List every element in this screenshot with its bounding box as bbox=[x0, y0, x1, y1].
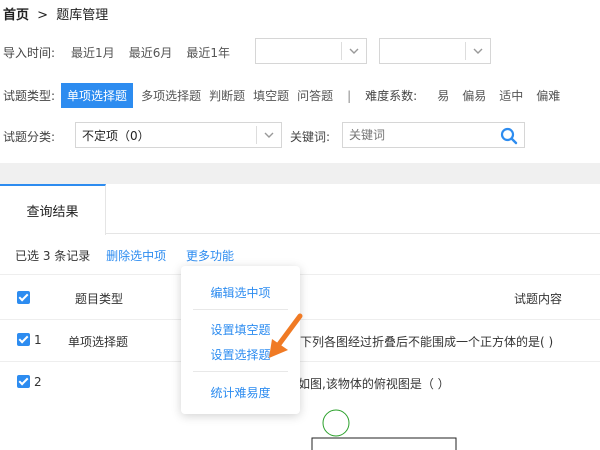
selected-count: 已选 3 条记录 bbox=[15, 249, 91, 263]
type-true-false[interactable]: 判断题 bbox=[209, 87, 245, 104]
keyword-label: 关键词: bbox=[290, 130, 331, 144]
column-content-header: 试题内容 bbox=[514, 292, 563, 306]
row-index: 1 bbox=[34, 333, 42, 347]
filter-panel: 首页 > 题库管理 导入时间: 最近1月 最近6月 最近1年 试题类型: 单项选… bbox=[0, 0, 600, 163]
import-time-1m[interactable]: 最近1月 bbox=[71, 44, 115, 61]
chevron-down-icon bbox=[349, 48, 359, 54]
question-type-label: 试题类型: bbox=[3, 89, 56, 103]
question-figure bbox=[311, 409, 457, 450]
import-time-row: 导入时间: 最近1月 最近6月 最近1年 bbox=[3, 44, 230, 61]
difficulty-medium[interactable]: 适中 bbox=[499, 87, 523, 104]
chevron-down-icon bbox=[473, 48, 483, 54]
type-multi-choice[interactable]: 多项选择题 bbox=[141, 87, 201, 104]
breadcrumb-home[interactable]: 首页 bbox=[3, 8, 29, 23]
type-single-choice[interactable]: 单项选择题 bbox=[61, 83, 134, 108]
row-content: 如图,该物体的俯视图是（ ） bbox=[298, 377, 450, 391]
breadcrumb-separator: > bbox=[37, 8, 49, 23]
column-type-header: 题目类型 bbox=[75, 292, 124, 306]
category-label: 试题分类: bbox=[3, 130, 56, 144]
keyword-input-box bbox=[342, 122, 525, 148]
keyword-row: 关键词: bbox=[290, 128, 330, 145]
import-time-label: 导入时间: bbox=[3, 46, 56, 60]
breadcrumb: 首页 > 题库管理 bbox=[3, 4, 108, 23]
question-type-row: 试题类型: 单项选择题 多项选择题 判断题 填空题 问答题 | 难度系数: 易 … bbox=[3, 83, 560, 108]
chevron-down-icon bbox=[264, 132, 274, 138]
import-time-6m[interactable]: 最近6月 bbox=[129, 44, 173, 61]
end-date-select[interactable] bbox=[379, 38, 491, 64]
delete-selected-link[interactable]: 删除选中项 bbox=[106, 249, 166, 263]
category-value: 不定项（0） bbox=[82, 128, 150, 143]
difficulty-fairly-hard[interactable]: 偏难 bbox=[536, 87, 560, 104]
table-row[interactable]: 2 如图,该物体的俯视图是（ ） bbox=[0, 362, 600, 450]
difficulty-fairly-easy[interactable]: 偏易 bbox=[462, 87, 486, 104]
menu-stats-difficulty[interactable]: 统计难易度 bbox=[181, 384, 300, 401]
filter-separator: | bbox=[347, 88, 352, 103]
difficulty-label: 难度系数: bbox=[365, 89, 418, 103]
menu-edit-selected[interactable]: 编辑选中项 bbox=[181, 284, 300, 301]
menu-divider bbox=[193, 309, 288, 310]
start-date-select[interactable] bbox=[255, 38, 367, 64]
type-essay[interactable]: 问答题 bbox=[297, 87, 333, 104]
difficulty-easy[interactable]: 易 bbox=[437, 87, 449, 104]
tab-query-results[interactable]: 查询结果 bbox=[0, 184, 106, 235]
results-tabbar: 查询结果 bbox=[0, 184, 600, 235]
category-row: 试题分类: bbox=[3, 128, 55, 145]
row-checkbox[interactable] bbox=[17, 375, 30, 388]
row-checkbox[interactable] bbox=[17, 333, 30, 346]
row-type: 单项选择题 bbox=[68, 335, 129, 349]
results-actions: 已选 3 条记录 删除选中项 更多功能 bbox=[15, 247, 234, 264]
search-icon[interactable] bbox=[500, 127, 518, 145]
select-all-checkbox[interactable] bbox=[17, 291, 30, 304]
breadcrumb-current: 题库管理 bbox=[56, 8, 109, 23]
category-select[interactable]: 不定项（0） bbox=[75, 122, 282, 148]
row-index: 2 bbox=[34, 375, 42, 389]
keyword-input[interactable] bbox=[343, 124, 493, 146]
import-time-1y[interactable]: 最近1年 bbox=[186, 44, 230, 61]
type-fill-blank[interactable]: 填空题 bbox=[253, 87, 289, 104]
more-functions-link[interactable]: 更多功能 bbox=[186, 249, 234, 263]
menu-divider bbox=[193, 371, 288, 372]
row-content: 下列各图经过折叠后不能围成一个正方体的是( ) bbox=[300, 335, 554, 349]
pointer-arrow-icon bbox=[269, 313, 303, 358]
